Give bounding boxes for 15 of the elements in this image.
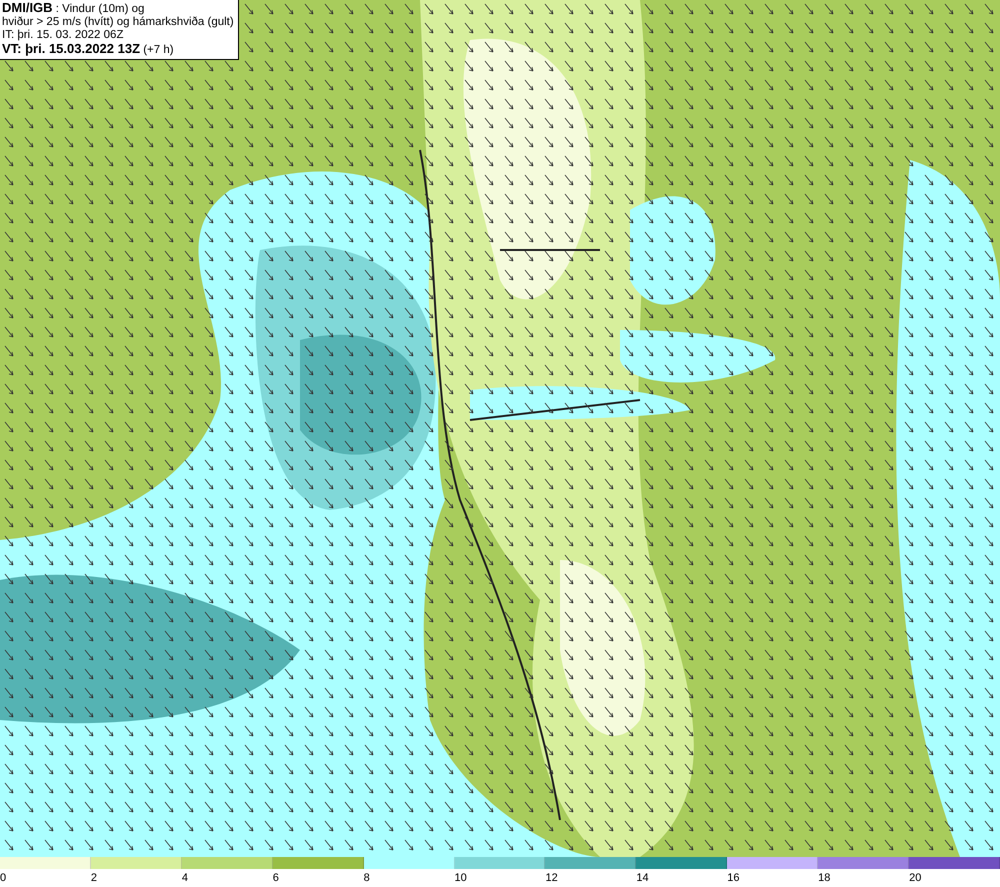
scale-tick-label: 16	[727, 871, 740, 886]
caption-line: VT: þri. 15.03.2022 13Z (+7 h)	[2, 42, 175, 57]
scale-tick-label: 18	[818, 871, 830, 886]
scale-tick-label: 20	[909, 871, 922, 886]
caption-line: DMI/IGB : Vindur (10m) og	[2, 1, 146, 16]
scale-tick-label: 8	[364, 871, 370, 886]
scale-tick-label: 14	[636, 871, 649, 886]
scale-tick-label: 12	[545, 871, 558, 886]
scale-tick-label: 0	[0, 871, 6, 886]
caption-line: hviður > 25 m/s (hvítt) og hámarkshviða (gult)	[2, 16, 234, 29]
scale-tick-label: 6	[272, 871, 279, 886]
scale-tick-label: 4	[182, 871, 188, 886]
scale-tick-label: 2	[90, 871, 98, 886]
caption-line: IT: þri. 15. 03. 2022 06Z	[2, 29, 124, 42]
scale-tick-label: 10	[454, 871, 467, 886]
